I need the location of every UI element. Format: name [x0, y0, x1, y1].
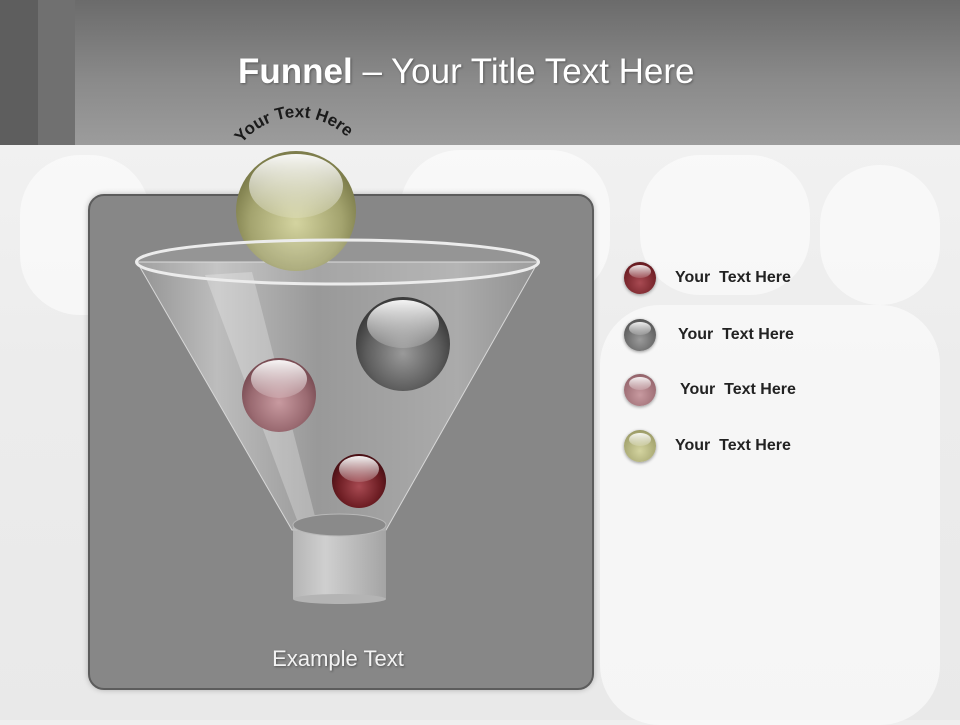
gray-legend-dot	[624, 319, 656, 351]
maroon-legend-dot	[624, 262, 656, 294]
funnel-top-label: Your Text Here	[231, 102, 357, 146]
legend-label: Your Text Here	[675, 269, 791, 286]
gray-ball	[356, 297, 450, 391]
rose-legend-dot	[624, 374, 656, 406]
legend-label: Your Text Here	[675, 437, 791, 454]
legend-label: Your Text Here	[680, 381, 796, 398]
example-text[interactable]: Example Text	[88, 646, 588, 672]
funnel-spout-top	[292, 513, 387, 537]
funnel-rim	[135, 238, 540, 286]
maroon-ball	[332, 454, 386, 508]
rose-ball	[242, 358, 316, 432]
olive-legend-dot	[624, 430, 656, 462]
funnel-diagram: Your Text Here	[135, 102, 540, 604]
funnel-spout-bottom	[293, 594, 386, 604]
legend-label: Your Text Here	[678, 326, 794, 343]
